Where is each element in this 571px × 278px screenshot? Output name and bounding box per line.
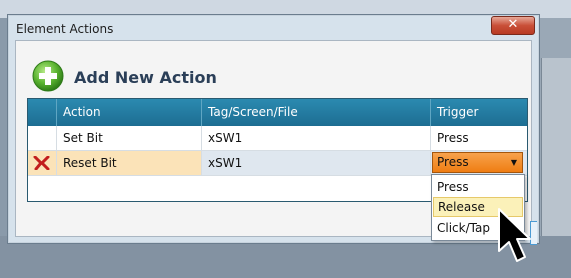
table-row[interactable]: Set Bit xSW1 Press bbox=[28, 126, 527, 151]
action-cell[interactable]: Reset Bit bbox=[57, 151, 202, 176]
delete-x-icon[interactable] bbox=[33, 156, 51, 170]
grid-header: Action Tag/Screen/File Trigger bbox=[28, 99, 527, 126]
delete-cell[interactable] bbox=[28, 151, 57, 176]
chevron-down-icon[interactable]: ▼ bbox=[511, 153, 517, 172]
title-bar[interactable]: Element Actions ✕ bbox=[8, 15, 539, 40]
column-header-tag[interactable]: Tag/Screen/File bbox=[202, 99, 431, 126]
column-header-icon bbox=[28, 99, 57, 126]
add-new-action-label: Add New Action bbox=[74, 68, 217, 87]
action-cell[interactable]: Set Bit bbox=[57, 126, 202, 151]
trigger-combobox-value: Press bbox=[437, 155, 469, 169]
column-header-action[interactable]: Action bbox=[57, 99, 202, 126]
add-circle-icon bbox=[32, 60, 64, 92]
trigger-combobox[interactable]: Press ▼ bbox=[432, 152, 523, 173]
trigger-cell[interactable]: Press bbox=[431, 126, 527, 151]
tag-cell[interactable]: xSW1 bbox=[202, 151, 431, 176]
column-header-trigger[interactable]: Trigger bbox=[431, 99, 527, 126]
mouse-pointer-icon bbox=[498, 208, 531, 262]
tag-cell[interactable]: xSW1 bbox=[202, 126, 431, 151]
row-indicator-cell bbox=[28, 126, 57, 151]
window-title: Element Actions bbox=[16, 22, 114, 36]
close-button[interactable]: ✕ bbox=[491, 16, 535, 35]
close-icon: ✕ bbox=[507, 17, 519, 32]
dropdown-option-press[interactable]: Press bbox=[433, 177, 523, 197]
